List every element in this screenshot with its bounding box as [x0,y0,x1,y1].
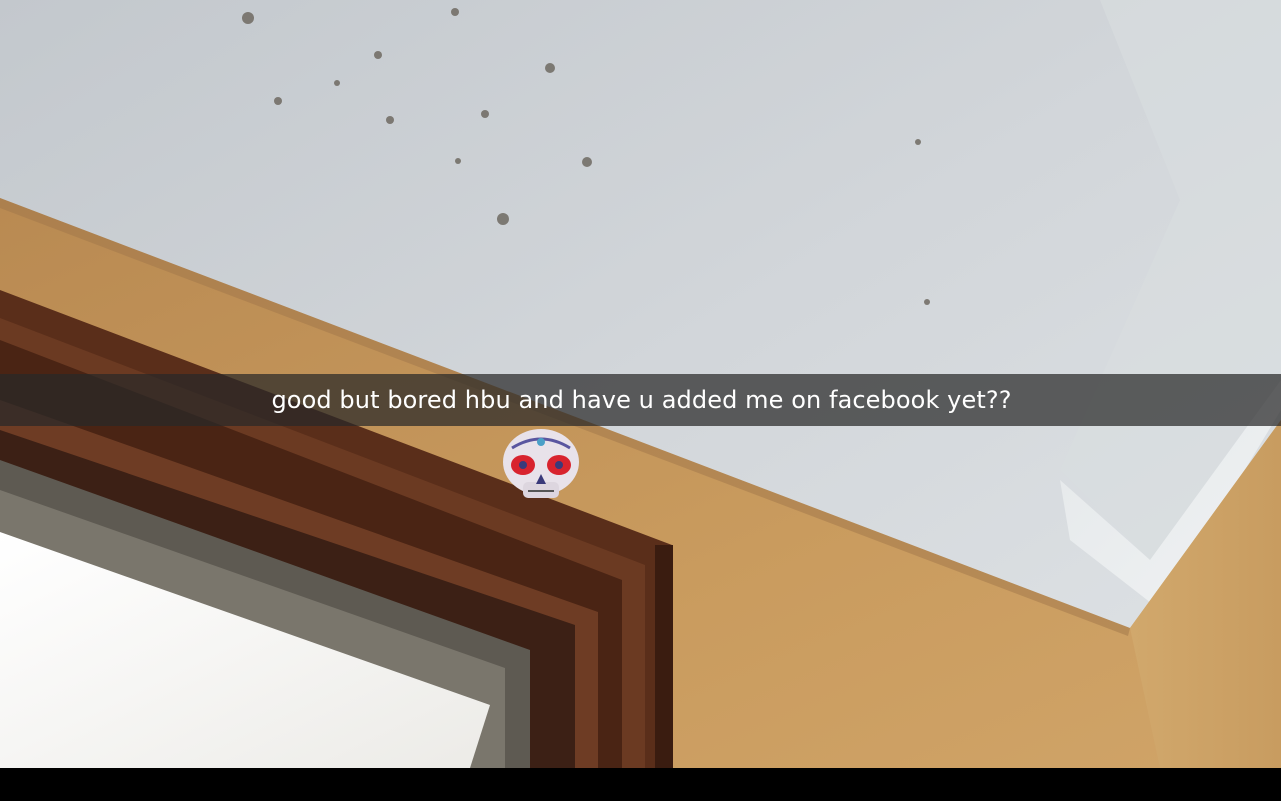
snapchat-snap-viewer[interactable]: good but bored hbu and have u added me o… [0,0,1281,801]
bottom-letterbox-bar [0,768,1281,801]
snap-caption-text: good but bored hbu and have u added me o… [271,386,1012,414]
snap-caption-bar[interactable]: good but bored hbu and have u added me o… [0,374,1281,426]
